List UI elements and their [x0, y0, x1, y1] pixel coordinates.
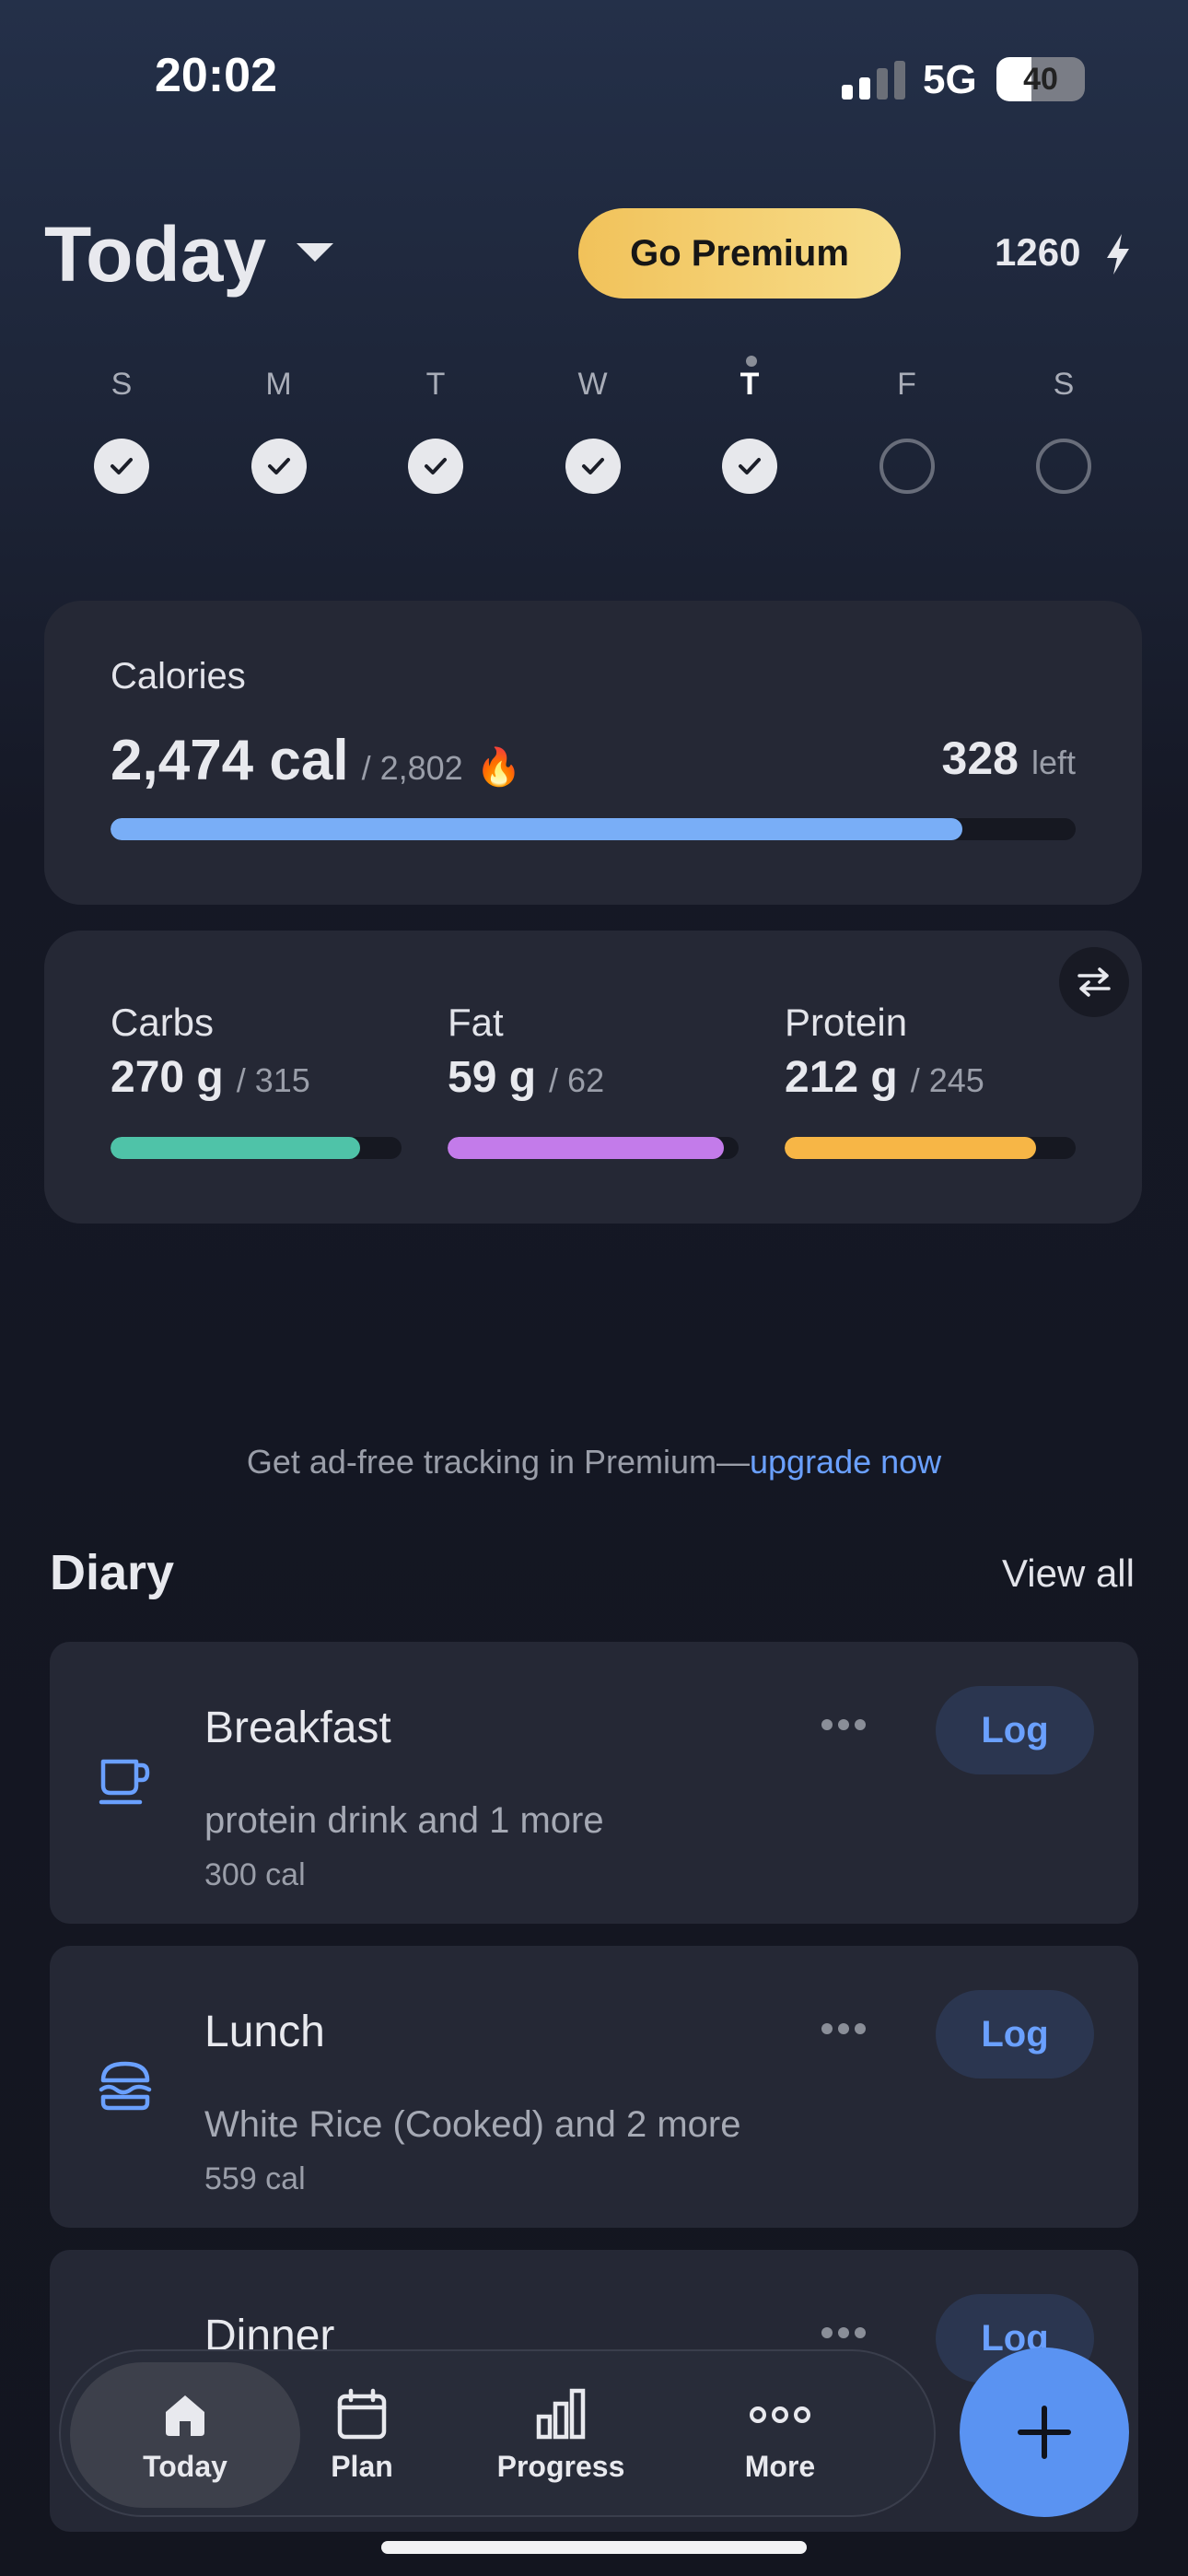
- view-all-link[interactable]: View all: [1002, 1551, 1135, 1596]
- calories-progress-bar: [111, 818, 1076, 840]
- macro-name-fat: Fat: [448, 1001, 504, 1044]
- log-button[interactable]: Log: [936, 1686, 1094, 1774]
- macro-amount: 270 g / 315: [111, 1052, 310, 1103]
- tab-label: Progress: [496, 2449, 625, 2483]
- macro-progress-bar: [111, 1137, 402, 1159]
- tab-more[interactable]: More: [665, 2362, 895, 2508]
- calories-label: Calories: [111, 656, 246, 697]
- flame-icon: 🔥: [475, 747, 522, 788]
- day-complete-check[interactable]: [408, 439, 463, 494]
- battery-tip: [1077, 70, 1083, 88]
- diary-title: Diary: [50, 1545, 175, 1600]
- macro-progress-bar: [785, 1137, 1076, 1159]
- add-button[interactable]: [960, 2348, 1129, 2517]
- day-incomplete-circle[interactable]: [879, 439, 935, 494]
- meal-description: White Rice (Cooked) and 2 more: [204, 2104, 741, 2145]
- meal-card-lunch[interactable]: Lunch White Rice (Cooked) and 2 more 559 c…: [50, 1946, 1138, 2228]
- day-complete-check[interactable]: [722, 439, 777, 494]
- network-label: 5G: [923, 57, 977, 102]
- status-time: 20:02: [155, 49, 277, 102]
- week-day-label: S: [111, 367, 133, 402]
- calendar-icon: [334, 2387, 390, 2442]
- day-incomplete-circle[interactable]: [1036, 439, 1091, 494]
- tab-label: Plan: [331, 2449, 393, 2483]
- macro-value: 59 g: [448, 1053, 537, 1102]
- more-dots-icon: [748, 2387, 812, 2442]
- week-day-label: F: [897, 367, 916, 402]
- streak-count[interactable]: 1260: [995, 230, 1080, 275]
- macro-amount: 212 g / 245: [785, 1052, 984, 1103]
- day-complete-check[interactable]: [565, 439, 621, 494]
- calories-summary: 2,474 cal / 2,802 🔥: [111, 728, 521, 793]
- bolt-icon: [1107, 234, 1129, 275]
- tab-progress[interactable]: Progress: [446, 2362, 676, 2508]
- macro-progress-bar: [448, 1137, 739, 1159]
- tab-label: More: [744, 2449, 816, 2483]
- tab-plan[interactable]: Plan: [247, 2362, 477, 2508]
- home-indicator: [381, 2541, 807, 2554]
- calories-value: 2,474 cal: [111, 729, 349, 792]
- upgrade-link[interactable]: upgrade now: [750, 1443, 941, 1481]
- macros-card[interactable]: Carbs 270 g / 315 Fat 59 g / 62 Protein 212 g / …: [44, 931, 1142, 1224]
- home-icon: [160, 2387, 210, 2442]
- meal-calories: 559 cal: [204, 2161, 306, 2196]
- battery-icon: 40: [996, 57, 1085, 101]
- page-title[interactable]: Today: [44, 210, 266, 299]
- week-day-label: W: [577, 367, 608, 402]
- check-icon: [111, 458, 133, 474]
- macro-name-protein: Protein: [785, 1001, 908, 1044]
- macro-progress-fill: [785, 1137, 1037, 1159]
- macro-progress-fill: [448, 1137, 725, 1159]
- check-icon: [425, 458, 447, 474]
- tab-label: Today: [143, 2449, 227, 2483]
- burger-icon: [96, 2056, 155, 2115]
- day-complete-check[interactable]: [250, 439, 307, 494]
- promo-text: Get ad-free tracking in Premium—: [246, 1443, 750, 1481]
- check-icon: [581, 458, 604, 474]
- macro-goal: / 245: [910, 1061, 984, 1099]
- calories-progress-fill: [111, 818, 963, 840]
- bar-chart-icon: [533, 2387, 588, 2442]
- week-day-label: S: [1053, 367, 1075, 402]
- macro-progress-fill: [111, 1137, 360, 1159]
- week-day-label: T: [740, 367, 760, 402]
- macro-goal: / 315: [236, 1061, 310, 1099]
- macro-value: 212 g: [785, 1053, 898, 1102]
- week-day-label: T: [425, 367, 446, 402]
- check-icon: [267, 458, 290, 474]
- log-button[interactable]: Log: [936, 1990, 1094, 2078]
- day-complete-check[interactable]: [94, 439, 149, 494]
- swap-macros-button[interactable]: [1059, 947, 1129, 1017]
- go-premium-button[interactable]: Go Premium: [578, 208, 901, 299]
- meal-name: Breakfast: [204, 1704, 391, 1752]
- battery-level: 40: [1023, 62, 1058, 97]
- today-indicator-dot: [746, 356, 757, 367]
- signal-icon: [842, 61, 905, 100]
- macro-goal: / 62: [549, 1061, 605, 1099]
- more-options-icon[interactable]: [821, 2023, 866, 2034]
- calories-goal: / 2,802: [361, 749, 463, 787]
- swap-icon: [1077, 967, 1111, 997]
- macro-value: 270 g: [111, 1053, 224, 1102]
- check-icon: [739, 458, 761, 474]
- plus-icon: [1018, 2406, 1071, 2459]
- week-day-label: M: [265, 367, 292, 402]
- tab-bar: Today Plan Progress More: [59, 2349, 936, 2517]
- calories-left-value: 328: [941, 732, 1019, 784]
- macro-name-carbs: Carbs: [111, 1001, 215, 1044]
- calories-card[interactable]: Calories 2,474 cal / 2,802 🔥 328 left: [44, 601, 1142, 905]
- meal-description: protein drink and 1 more: [204, 1800, 604, 1841]
- chevron-down-icon[interactable]: [297, 243, 333, 262]
- premium-promo: Get ad-free tracking in Premium—upgrade …: [0, 1443, 1188, 1481]
- coffee-cup-icon: [96, 1752, 155, 1811]
- more-options-icon[interactable]: [821, 1719, 866, 1730]
- meal-calories: 300 cal: [204, 1857, 306, 1892]
- calories-left: 328 left: [942, 732, 1076, 785]
- macro-amount: 59 g / 62: [448, 1052, 604, 1103]
- meal-name: Lunch: [204, 2008, 325, 2056]
- meal-card-breakfast[interactable]: Breakfast protein drink and 1 more 300 cal…: [50, 1642, 1138, 1924]
- calories-left-label: left: [1031, 744, 1076, 781]
- more-options-icon[interactable]: [821, 2327, 866, 2338]
